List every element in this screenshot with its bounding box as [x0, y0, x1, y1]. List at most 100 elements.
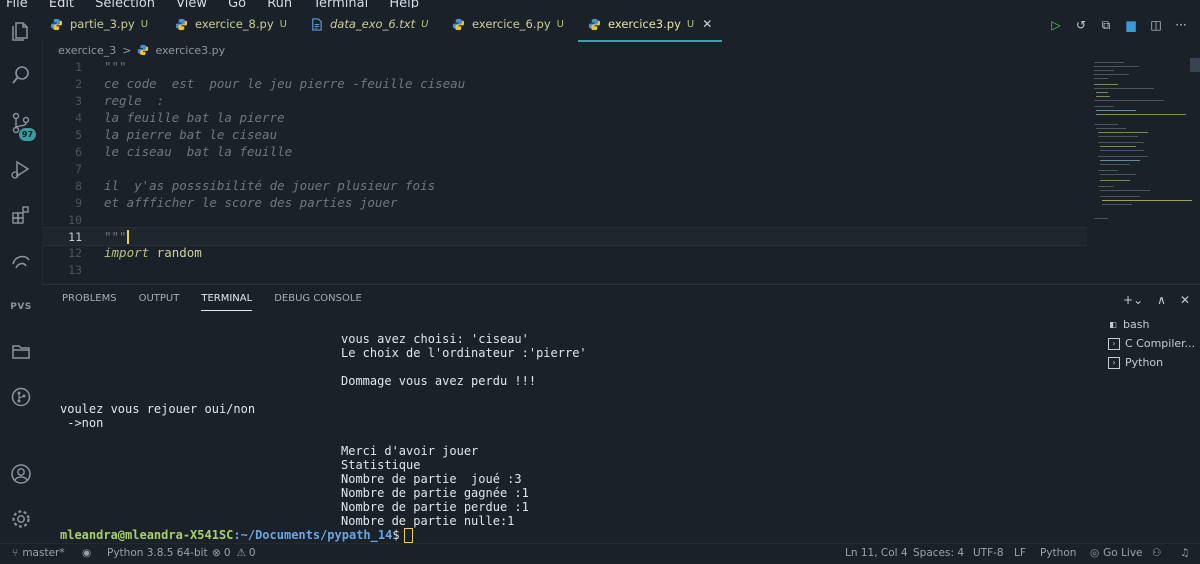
- terminal-output[interactable]: vous avez choisi: 'ciseau' Le choix de l…: [60, 325, 1080, 547]
- remote-explorer-icon[interactable]: [8, 248, 34, 274]
- tab-exercice-8[interactable]: exercice_8.py U: [175, 8, 287, 40]
- menu-view[interactable]: View: [176, 0, 207, 8]
- new-terminal-icon[interactable]: +⌄: [1123, 293, 1143, 307]
- panel-tabs: PROBLEMS OUTPUT TERMINAL DEBUG CONSOLE: [62, 293, 362, 311]
- code-text: """: [104, 59, 127, 74]
- line-number: 3: [75, 93, 82, 108]
- extensions-icon[interactable]: [8, 202, 34, 228]
- timeline-history-icon[interactable]: ↺: [1074, 18, 1088, 32]
- line-number: 6: [75, 144, 82, 159]
- account-icon[interactable]: [8, 461, 34, 487]
- status-encoding[interactable]: UTF-8: [973, 547, 1004, 559]
- menu-edit[interactable]: Edit: [49, 0, 74, 8]
- status-language[interactable]: Python: [1040, 547, 1076, 559]
- maximize-panel-icon[interactable]: ∧: [1157, 293, 1166, 307]
- terminal-item-python[interactable]: › Python: [1108, 353, 1200, 372]
- tab-label: partie_3.py: [70, 17, 135, 31]
- pvs-icon[interactable]: PVS: [8, 294, 34, 320]
- status-indentation[interactable]: Spaces: 4: [913, 547, 964, 559]
- terminal-line: ->non: [60, 416, 104, 430]
- menu-go[interactable]: Go: [228, 0, 246, 8]
- breadcrumb-folder[interactable]: exercice_3: [58, 44, 116, 57]
- terminal-icon: ›: [1108, 356, 1120, 369]
- code-text: le ciseau bat la feuille: [104, 144, 293, 159]
- tab-untracked-badge: U: [686, 18, 695, 30]
- tab-label: exercice3.py: [608, 17, 681, 31]
- tab-output[interactable]: OUTPUT: [139, 293, 180, 311]
- tab-partie-3[interactable]: partie_3.py U: [50, 8, 148, 40]
- tab-label: exercice_6.py: [472, 17, 551, 31]
- terminal-prompt: mleandra@mleandra-X541SC:~/Documents/pyp…: [60, 528, 413, 543]
- open-changes-icon[interactable]: ⧉: [1099, 18, 1113, 32]
- terminal-item-c-compiler[interactable]: › C Compiler...: [1108, 334, 1200, 353]
- branch-name: master*: [22, 547, 65, 559]
- code-line: 10: [42, 211, 1087, 228]
- line-number: 10: [68, 212, 82, 227]
- more-actions-icon[interactable]: ···: [1174, 18, 1188, 32]
- open-folder-icon[interactable]: ▆: [1124, 18, 1138, 32]
- menu-help[interactable]: Help: [389, 0, 419, 8]
- menu-file[interactable]: File: [6, 0, 28, 8]
- notifications-bell-icon[interactable]: ♫: [1180, 547, 1189, 559]
- text-cursor: [126, 230, 129, 245]
- terminal-line: Merci d'avoir jouer: [341, 444, 479, 458]
- terminal-line: Nombre de partie gagnée :1: [341, 486, 529, 500]
- line-number: 2: [75, 76, 82, 91]
- line-number: 11: [68, 229, 82, 244]
- terminal-name: bash: [1123, 318, 1150, 331]
- status-eol[interactable]: LF: [1014, 547, 1026, 559]
- text-file-icon: [312, 17, 322, 31]
- tab-close-icon[interactable]: ✕: [702, 17, 712, 31]
- status-problems[interactable]: ⊗ 0 ⚠ 0: [212, 547, 256, 559]
- terminal-line: Dommage vous avez perdu !!!: [341, 374, 537, 388]
- terminal-line: Nombre de partie nulle:1: [341, 514, 515, 528]
- code-line: 9 et affficher le score des parties jouer: [42, 194, 1087, 211]
- explorer-icon[interactable]: [8, 18, 34, 44]
- git-graph-icon[interactable]: [8, 384, 34, 410]
- tab-problems[interactable]: PROBLEMS: [62, 293, 117, 311]
- menu-run[interactable]: Run: [267, 0, 292, 8]
- editor-actions: ▷ ↺ ⧉ ▆ ◫ ···: [1049, 16, 1200, 34]
- status-branch[interactable]: ⑂ master*: [12, 547, 65, 559]
- run-python-file-icon[interactable]: ▷: [1049, 18, 1063, 32]
- code-line: 5 la pierre bat le ciseau: [42, 126, 1087, 143]
- tab-exercice3[interactable]: exercice3.py U ✕: [578, 8, 723, 42]
- terminal-list: ◧ bash › C Compiler... › Python: [1108, 315, 1200, 372]
- minimap[interactable]: [1090, 58, 1200, 238]
- terminal-item-bash[interactable]: ◧ bash: [1108, 315, 1200, 334]
- search-icon[interactable]: [8, 62, 34, 88]
- code-editor[interactable]: 1 """ 2 ce code est pour le jeu pierre -fe…: [42, 58, 1087, 284]
- live-share-icon[interactable]: ◉: [82, 547, 91, 559]
- git-branch-icon: ⑂: [12, 547, 19, 559]
- code-line: 6 le ciseau bat la feuille: [42, 143, 1087, 160]
- python-file-icon: [452, 18, 465, 30]
- breadcrumb-file[interactable]: exercice3.py: [155, 44, 225, 57]
- menu-selection[interactable]: Selection: [95, 0, 155, 8]
- tab-exercice-6[interactable]: exercice_6.py U: [452, 8, 564, 40]
- menu-terminal[interactable]: Terminal: [313, 0, 368, 8]
- breadcrumb: exercice_3 > exercice3.py: [58, 42, 225, 58]
- tab-data-exo-6[interactable]: data_exo_6.txt U: [310, 8, 428, 40]
- keyword-import: import: [104, 245, 150, 260]
- split-editor-icon[interactable]: ◫: [1149, 18, 1163, 32]
- line-number: 12: [68, 245, 82, 260]
- terminal-line: Le choix de l'ordinateur :'pierre': [341, 346, 587, 360]
- tab-debug-console[interactable]: DEBUG CONSOLE: [274, 293, 362, 311]
- settings-gear-icon[interactable]: [8, 506, 34, 532]
- line-number: 8: [75, 178, 82, 193]
- error-icon: ⊗: [212, 547, 221, 559]
- tab-terminal[interactable]: TERMINAL: [201, 293, 253, 311]
- run-debug-icon[interactable]: [8, 156, 34, 182]
- tab-label: exercice_8.py: [195, 17, 274, 31]
- status-python-interpreter[interactable]: Python 3.8.5 64-bit: [107, 547, 208, 559]
- bottom-panel: PROBLEMS OUTPUT TERMINAL DEBUG CONSOLE +…: [42, 284, 1200, 544]
- terminal-icon: ›: [1108, 337, 1120, 350]
- status-go-live[interactable]: ◎ Go Live: [1090, 547, 1143, 559]
- tab-label: data_exo_6.txt: [330, 17, 416, 31]
- folder-icon[interactable]: [8, 338, 34, 364]
- code-text: ce code est pour le jeu pierre -feuille …: [104, 76, 466, 91]
- feedback-icon[interactable]: ⚇: [1152, 547, 1161, 559]
- status-cursor-position[interactable]: Ln 11, Col 4: [845, 547, 908, 559]
- close-panel-icon[interactable]: ✕: [1180, 293, 1190, 307]
- minimap-slider[interactable]: [1190, 58, 1200, 72]
